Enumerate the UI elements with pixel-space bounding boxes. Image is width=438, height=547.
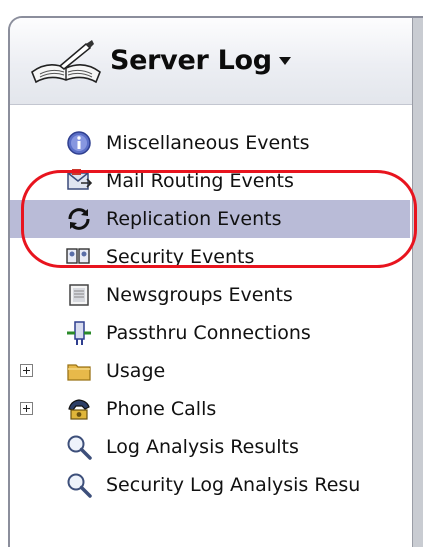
tree-item-label: Log Analysis Results	[106, 436, 299, 458]
tree-item-security-log-analysis-results[interactable]: Security Log Analysis Resu	[10, 466, 410, 504]
mail-routing-icon	[67, 169, 93, 190]
tree-item-label: Security Events	[106, 246, 255, 268]
expand-toggle[interactable]	[20, 402, 33, 415]
phone-calls-icon	[68, 399, 90, 420]
tree-item-newsgroups-events[interactable]: Newsgroups Events	[10, 276, 410, 314]
server-log-title-menu[interactable]: Server Log	[110, 42, 292, 78]
tree-item-replication-events[interactable]: Replication Events	[10, 200, 410, 238]
tree-item-label: Miscellaneous Events	[106, 132, 310, 154]
page-title: Server Log	[110, 44, 272, 76]
server-log-panel: Server Log Miscellaneous Events Mail Rou…	[8, 16, 423, 547]
tree-item-label: Usage	[106, 360, 166, 382]
tree-item-label: Mail Routing Events	[106, 170, 294, 192]
magnifier-icon	[67, 473, 92, 498]
tree-item-label: Security Log Analysis Resu	[106, 474, 361, 496]
tree-item-security-events[interactable]: Security Events	[10, 238, 410, 276]
tree-item-label: Passthru Connections	[106, 322, 311, 344]
newsgroups-icon	[69, 284, 89, 306]
tree-item-label: Newsgroups Events	[106, 284, 293, 306]
tree-item-passthru-connections[interactable]: Passthru Connections	[10, 314, 410, 352]
tree-item-phone-calls[interactable]: Phone Calls	[10, 390, 410, 428]
vertical-scrollbar[interactable]	[412, 18, 423, 547]
tree-item-mail-routing-events[interactable]: Mail Routing Events	[10, 162, 410, 200]
expand-toggle[interactable]	[20, 364, 33, 377]
passthru-icon	[67, 321, 91, 345]
chevron-down-icon	[278, 57, 291, 65]
folder-icon	[67, 364, 91, 381]
info-icon	[67, 131, 91, 155]
log-book-icon	[31, 40, 101, 84]
tree-item-label: Phone Calls	[106, 398, 217, 420]
magnifier-icon	[67, 435, 92, 460]
security-users-icon	[66, 248, 90, 268]
tree-item-miscellaneous-events[interactable]: Miscellaneous Events	[10, 124, 410, 162]
tree-item-log-analysis-results[interactable]: Log Analysis Results	[10, 428, 410, 466]
replication-icon	[68, 208, 90, 230]
tree-item-label: Replication Events	[106, 208, 282, 230]
panel-header: Server Log	[10, 18, 423, 105]
tree-item-usage[interactable]: Usage	[10, 352, 410, 390]
